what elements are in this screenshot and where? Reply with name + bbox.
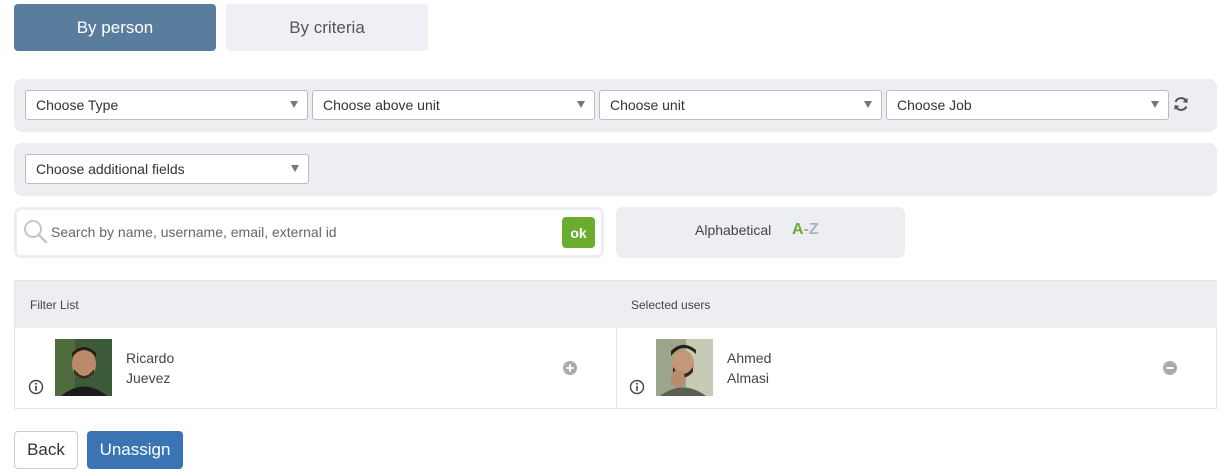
user-name: Ahmed Almasi: [727, 348, 771, 388]
avatar: [55, 339, 112, 396]
search-box: ok: [14, 207, 604, 258]
caret-down-icon: [864, 101, 872, 108]
additional-fields-select[interactable]: Choose additional fields: [25, 154, 309, 184]
user-name: Ricardo Juevez: [126, 348, 174, 388]
tab-by-criteria[interactable]: By criteria: [226, 4, 428, 51]
filter-list-title: Filter List: [30, 297, 79, 312]
info-icon[interactable]: [28, 379, 44, 395]
type-select[interactable]: Choose Type: [25, 90, 308, 120]
user-last-name: Almasi: [727, 370, 770, 386]
caret-down-icon: [291, 165, 299, 172]
info-icon[interactable]: [629, 379, 645, 395]
above-unit-select[interactable]: Choose above unit: [312, 90, 595, 120]
sort-label: Alphabetical: [695, 222, 772, 238]
user-last-name: Juevez: [126, 370, 171, 386]
tab-by-person[interactable]: By person: [14, 4, 216, 51]
search-input[interactable]: [51, 219, 551, 245]
user-first-name: Ahmed: [727, 350, 772, 366]
job-select[interactable]: Choose Job: [886, 90, 1169, 120]
unit-select-value: Choose unit: [610, 97, 685, 113]
avatar: [656, 339, 713, 396]
selected-users-header: Selected users: [616, 281, 1217, 328]
selected-users-title: Selected users: [631, 297, 711, 312]
sort-z-letter: Z: [808, 221, 819, 238]
minus-circle-icon[interactable]: [1163, 361, 1177, 375]
sort-az-indicator: A-Z: [792, 221, 819, 239]
refresh-icon[interactable]: [1172, 95, 1190, 113]
search-icon: [24, 220, 48, 244]
filter-list-header: Filter List: [15, 281, 616, 328]
caret-down-icon: [577, 101, 585, 108]
unit-select[interactable]: Choose unit: [599, 90, 882, 120]
filter-bar-additional: Choose additional fields: [14, 143, 1217, 196]
filter-bar-primary: Choose Type Choose above unit Choose uni…: [14, 79, 1217, 132]
view-tabs: By person By criteria: [14, 4, 428, 51]
search-ok-button[interactable]: ok: [562, 217, 595, 248]
unassign-button[interactable]: Unassign: [87, 431, 183, 469]
job-select-value: Choose Job: [897, 97, 972, 113]
sort-alphabetical-toggle[interactable]: Alphabetical A-Z: [616, 207, 905, 258]
list-item: Ahmed Almasi: [616, 328, 1216, 409]
back-button[interactable]: Back: [14, 431, 78, 469]
list-item: Ricardo Juevez: [15, 328, 615, 409]
caret-down-icon: [1151, 101, 1159, 108]
sort-a-letter: A: [792, 221, 804, 238]
user-lists: Filter List Selected users Ricardo Jueve…: [14, 280, 1217, 409]
caret-down-icon: [290, 101, 298, 108]
additional-fields-select-value: Choose additional fields: [36, 161, 185, 177]
plus-circle-icon[interactable]: [563, 361, 577, 375]
user-first-name: Ricardo: [126, 350, 175, 366]
type-select-value: Choose Type: [36, 97, 119, 113]
above-unit-select-value: Choose above unit: [323, 97, 440, 113]
